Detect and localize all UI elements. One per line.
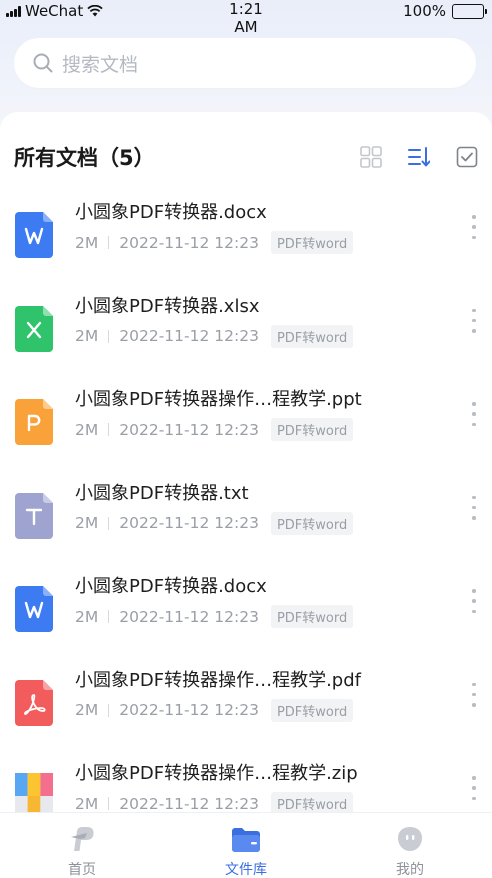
search-input[interactable]: 搜索文档 <box>62 50 138 77</box>
sort-icon[interactable] <box>408 146 431 168</box>
file-meta: 2M 2022-11-12 12:23 PDF转word <box>75 324 354 348</box>
file-row[interactable]: 小圆象PDF转换器操作…程教学.zip 2M 2022-11-12 12:23 … <box>0 757 492 812</box>
file-date: 2022-11-12 12:23 <box>119 327 259 345</box>
more-options-icon[interactable] <box>470 589 478 613</box>
grid-view-icon[interactable] <box>360 146 382 168</box>
file-name: 小圆象PDF转换器操作…程教学.ppt <box>75 389 362 410</box>
file-row[interactable]: 小圆象PDF转换器.xlsx 2M 2022-11-12 12:23 PDF转w… <box>0 290 492 384</box>
file-meta: 2M 2022-11-12 12:23 PDF转word <box>75 698 354 722</box>
conversion-tag: PDF转word <box>270 324 354 348</box>
tab-home[interactable]: 首页 <box>0 813 164 878</box>
meta-divider <box>108 610 110 623</box>
file-size: 2M <box>75 514 99 532</box>
select-checkbox-icon[interactable] <box>456 146 478 168</box>
meta-divider <box>108 703 110 717</box>
file-name: 小圆象PDF转换器操作…程教学.pdf <box>75 669 361 691</box>
folder-icon <box>232 828 260 852</box>
file-size: 2M <box>75 327 99 345</box>
file-row[interactable]: 小圆象PDF转换器操作…程教学.ppt 2M 2022-11-12 12:23 … <box>0 383 492 477</box>
conversion-tag: PDF转word <box>270 792 354 812</box>
file-meta: 2M 2022-11-12 12:23 PDF转word <box>75 605 354 628</box>
conversion-tag: PDF转word <box>270 698 354 722</box>
file-date: 2022-11-12 12:23 <box>119 233 259 252</box>
time-ampm: AM <box>234 18 258 36</box>
bottom-tab-bar: 首页 文件库 我的 <box>0 812 492 878</box>
conversion-tag: PDF转word <box>270 605 354 628</box>
ppt-file-icon <box>15 399 53 445</box>
list-header: 所有文档（5） <box>0 112 492 200</box>
tab-library-label: 文件库 <box>225 862 267 878</box>
profile-icon <box>398 827 422 851</box>
zip-file-icon <box>15 773 53 812</box>
search-icon <box>33 53 53 73</box>
battery-percent: 100% <box>403 2 446 20</box>
file-name: 小圆象PDF转换器.docx <box>75 576 267 597</box>
view-controls <box>360 146 478 168</box>
file-size: 2M <box>75 701 99 719</box>
conversion-tag: PDF转word <box>270 231 354 254</box>
file-date: 2022-11-12 12:23 <box>119 794 259 813</box>
word-file-icon <box>15 212 53 258</box>
tab-home-label: 首页 <box>68 862 96 878</box>
file-name: 小圆象PDF转换器.xlsx <box>75 295 260 317</box>
meta-divider <box>108 516 110 530</box>
file-date: 2022-11-12 12:23 <box>119 607 259 626</box>
file-date: 2022-11-12 12:23 <box>119 701 259 719</box>
conversion-tag: PDF转word <box>270 418 354 441</box>
file-row[interactable]: 小圆象PDF转换器.txt 2M 2022-11-12 12:23 PDF转wo… <box>0 477 492 571</box>
more-options-icon[interactable] <box>470 402 478 426</box>
status-right: 100% <box>403 2 487 20</box>
meta-divider <box>108 236 110 249</box>
tab-profile-label: 我的 <box>396 862 424 878</box>
status-bar: WeChat 1:21 AM 100% <box>0 0 492 36</box>
file-date: 2022-11-12 12:23 <box>119 420 259 439</box>
file-name: 小圆象PDF转换器操作…程教学.zip <box>75 763 358 784</box>
file-size: 2M <box>75 794 99 813</box>
search-bar[interactable]: 搜索文档 <box>14 38 476 88</box>
more-options-icon[interactable] <box>470 495 478 520</box>
battery-icon <box>452 3 487 19</box>
document-panel: 所有文档（5） 小圆象PDF转换器.docx 2M 2022-11-12 12:… <box>0 112 492 812</box>
file-list: 小圆象PDF转换器.docx 2M 2022-11-12 12:23 PDF转w… <box>0 196 492 812</box>
home-logo-icon <box>71 827 94 851</box>
file-row[interactable]: 小圆象PDF转换器.docx 2M 2022-11-12 12:23 PDF转w… <box>0 570 492 664</box>
excel-file-icon <box>15 305 53 352</box>
meta-divider <box>108 329 110 343</box>
meta-divider <box>108 797 110 810</box>
file-name: 小圆象PDF转换器.txt <box>75 482 249 504</box>
file-meta: 2M 2022-11-12 12:23 PDF转word <box>75 511 354 535</box>
pdf-file-icon <box>15 679 53 726</box>
file-date: 2022-11-12 12:23 <box>119 514 259 532</box>
file-meta: 2M 2022-11-12 12:23 PDF转word <box>75 231 354 254</box>
more-options-icon[interactable] <box>470 776 478 800</box>
txt-file-icon <box>15 492 53 539</box>
conversion-tag: PDF转word <box>270 511 354 535</box>
page-title: 所有文档（5） <box>14 146 155 170</box>
more-options-icon[interactable] <box>470 308 478 333</box>
file-row[interactable]: 小圆象PDF转换器.docx 2M 2022-11-12 12:23 PDF转w… <box>0 196 492 290</box>
file-size: 2M <box>75 233 99 252</box>
more-options-icon[interactable] <box>470 682 478 707</box>
file-meta: 2M 2022-11-12 12:23 PDF转word <box>75 418 354 441</box>
file-size: 2M <box>75 420 99 439</box>
meta-divider <box>108 423 110 436</box>
file-meta: 2M 2022-11-12 12:23 PDF转word <box>75 792 354 813</box>
file-row[interactable]: 小圆象PDF转换器操作…程教学.pdf 2M 2022-11-12 12:23 … <box>0 664 492 758</box>
file-size: 2M <box>75 607 99 626</box>
more-options-icon[interactable] <box>470 215 478 239</box>
word-file-icon <box>15 586 53 632</box>
tab-library[interactable]: 文件库 <box>164 813 328 878</box>
file-name: 小圆象PDF转换器.docx <box>75 202 267 223</box>
tab-profile[interactable]: 我的 <box>328 813 492 878</box>
